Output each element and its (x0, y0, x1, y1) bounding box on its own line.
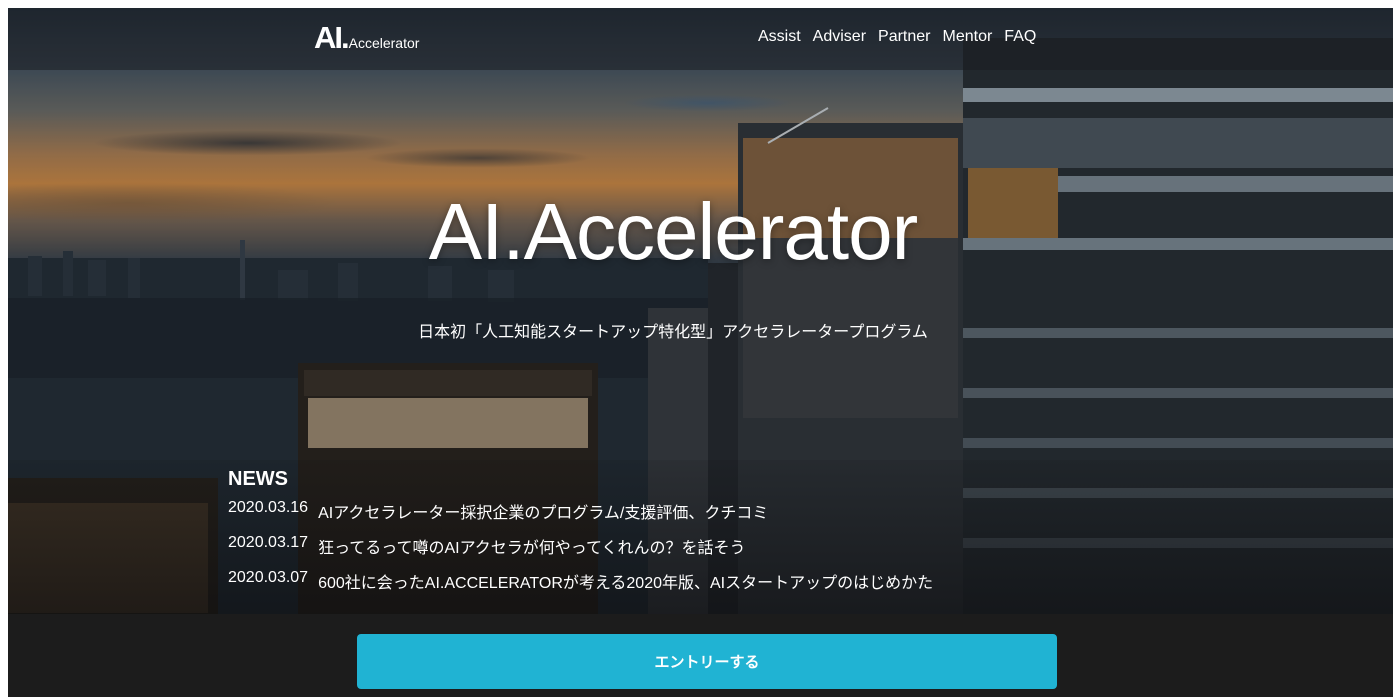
entry-button[interactable]: エントリーする (357, 634, 1057, 689)
main-nav: Assist Adviser Partner Mentor FAQ (758, 28, 1036, 46)
nav-adviser-link[interactable]: Adviser (813, 28, 866, 46)
hero-title: AI.Accelerator (428, 187, 918, 276)
news-item[interactable]: 2020.03.16 AIアクセラレーター採択企業のプログラム/支援評価、クチコ… (228, 499, 933, 534)
site-logo[interactable]: AI.Accelerator (314, 20, 419, 56)
header-bar: AI.Accelerator Assist Adviser Partner Me… (8, 8, 1393, 70)
logo-mark: AI. (314, 20, 350, 55)
nav-partner-link[interactable]: Partner (878, 28, 930, 46)
news-date: 2020.03.07 (228, 569, 309, 586)
news-section: NEWS 2020.03.16 AIアクセラレーター採択企業のプログラム/支援評… (228, 468, 933, 604)
news-title-link[interactable]: 狂ってるって噂のAIアクセラが何やってくれんの？を話そう (318, 534, 745, 558)
logo-wordmark: Accelerator (348, 35, 420, 51)
nav-assist-link[interactable]: Assist (758, 28, 801, 46)
news-title-link[interactable]: 600社に会ったAI.ACCELERATORが考える2020年版、AIスタートア… (318, 569, 933, 593)
page-frame: AI.Accelerator Assist Adviser Partner Me… (8, 8, 1393, 697)
entry-section: エントリーする (8, 614, 1393, 697)
news-date: 2020.03.17 (228, 534, 309, 551)
nav-mentor-link[interactable]: Mentor (943, 28, 993, 46)
hero-subtitle: 日本初「人工知能スタートアップ特化型」アクセラレータープログラム (418, 324, 928, 341)
news-title-link[interactable]: AIアクセラレーター採択企業のプログラム/支援評価、クチコミ (318, 499, 768, 523)
news-date: 2020.03.16 (228, 499, 309, 516)
news-heading: NEWS (228, 468, 288, 490)
news-item[interactable]: 2020.03.17 狂ってるって噂のAIアクセラが何やってくれんの？を話そう (228, 534, 933, 569)
news-item[interactable]: 2020.03.07 600社に会ったAI.ACCELERATORが考える202… (228, 569, 933, 604)
nav-faq-link[interactable]: FAQ (1004, 28, 1036, 46)
